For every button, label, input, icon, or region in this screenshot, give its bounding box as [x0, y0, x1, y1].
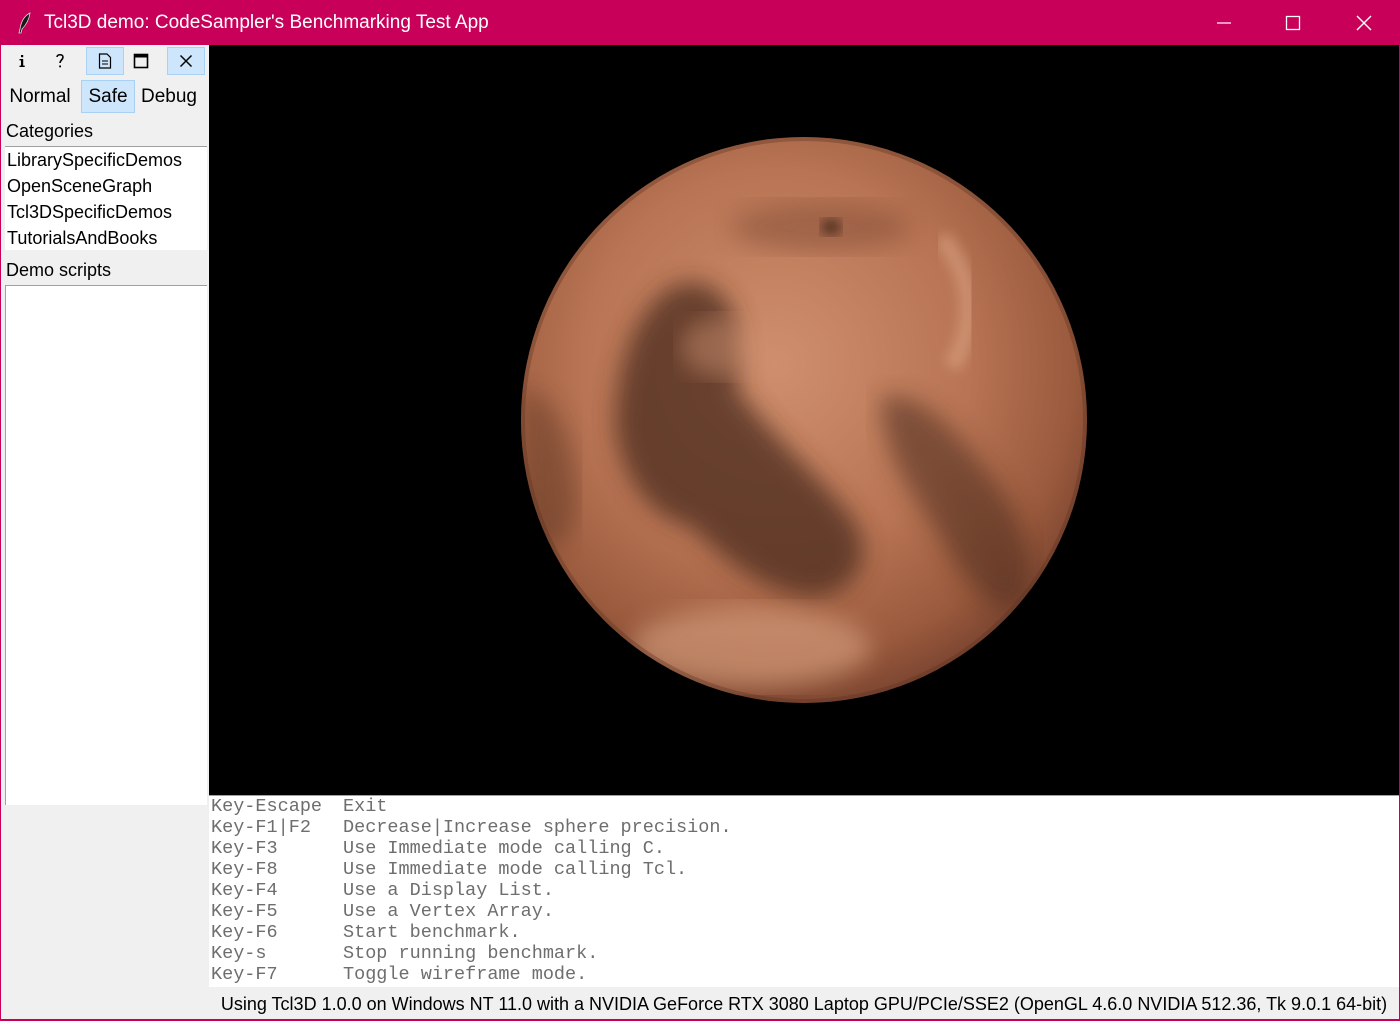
maximize-icon: [1285, 15, 1301, 31]
console-desc: Stop running benchmark.: [343, 943, 599, 964]
minimize-button[interactable]: [1201, 1, 1247, 45]
console-key: Key-F8: [211, 859, 278, 880]
close-window-icon: [1356, 15, 1372, 31]
sidebar: Normal Safe Debug Categories LibrarySpec…: [3, 45, 209, 1019]
console-key: Key-Escape: [211, 796, 323, 817]
mars-sphere: [521, 137, 1087, 703]
demo-scripts-list[interactable]: [5, 285, 207, 805]
help-icon: [56, 53, 64, 68]
close-icon: [179, 54, 193, 68]
list-item[interactable]: OpenSceneGraph: [5, 173, 207, 199]
help-button[interactable]: [41, 47, 79, 75]
console-key: Key-F7: [211, 964, 278, 985]
info-icon: [19, 55, 25, 67]
list-item[interactable]: TutorialsAndBooks: [5, 225, 207, 251]
mode-debug-button[interactable]: Debug: [139, 80, 199, 113]
mode-normal-button[interactable]: Normal: [7, 80, 73, 113]
console-desc: Toggle wireframe mode.: [343, 964, 588, 985]
opengl-canvas[interactable]: [209, 45, 1399, 795]
console-desc: Start benchmark.: [343, 922, 521, 943]
app-window: Tcl3D demo: CodeSampler's Benchmarking T…: [0, 0, 1400, 1020]
console-key: Key-F6: [211, 922, 278, 943]
console-key: Key-F5: [211, 901, 278, 922]
source-view-button[interactable]: [86, 47, 124, 75]
maximize-canvas-icon: [133, 53, 149, 69]
close-demo-button[interactable]: [167, 47, 205, 75]
info-button[interactable]: [3, 47, 41, 75]
console-desc: Exit: [343, 796, 388, 817]
console-desc: Use Immediate mode calling Tcl.: [343, 859, 688, 880]
tk-feather-icon: [18, 12, 31, 34]
demo-scripts-label: Demo scripts: [6, 260, 112, 280]
minimize-icon: [1217, 22, 1231, 24]
console-desc: Decrease|Increase sphere precision.: [343, 817, 732, 838]
console-key: Key-F3: [211, 838, 278, 859]
title-bar[interactable]: Tcl3D demo: CodeSampler's Benchmarking T…: [1, 1, 1399, 45]
console-key: Key-F4: [211, 880, 278, 901]
status-bar: Using Tcl3D 1.0.0 on Windows NT 11.0 wit…: [209, 987, 1399, 1019]
list-item[interactable]: Tcl3DSpecificDemos: [5, 199, 207, 225]
console-desc: Use Immediate mode calling C.: [343, 838, 665, 859]
list-item[interactable]: LibrarySpecificDemos: [5, 147, 207, 173]
categories-list[interactable]: LibrarySpecificDemos OpenSceneGraph Tcl3…: [5, 146, 207, 250]
fullscreen-button[interactable]: [122, 47, 160, 75]
document-icon: [98, 53, 112, 69]
console-desc: Use a Display List.: [343, 880, 554, 901]
console-output[interactable]: Key-Escape Exit Key-F1|F2 Decrease|Increas…: [209, 795, 1399, 987]
console-desc: Use a Vertex Array.: [343, 901, 554, 922]
close-window-button[interactable]: [1341, 1, 1387, 45]
maximize-button[interactable]: [1270, 1, 1316, 45]
console-key: Key-s: [211, 943, 267, 964]
window-title: Tcl3D demo: CodeSampler's Benchmarking T…: [44, 12, 489, 33]
console-key: Key-F1|F2: [211, 817, 311, 838]
categories-label: Categories: [6, 121, 94, 141]
mode-safe-button[interactable]: Safe: [81, 80, 135, 113]
